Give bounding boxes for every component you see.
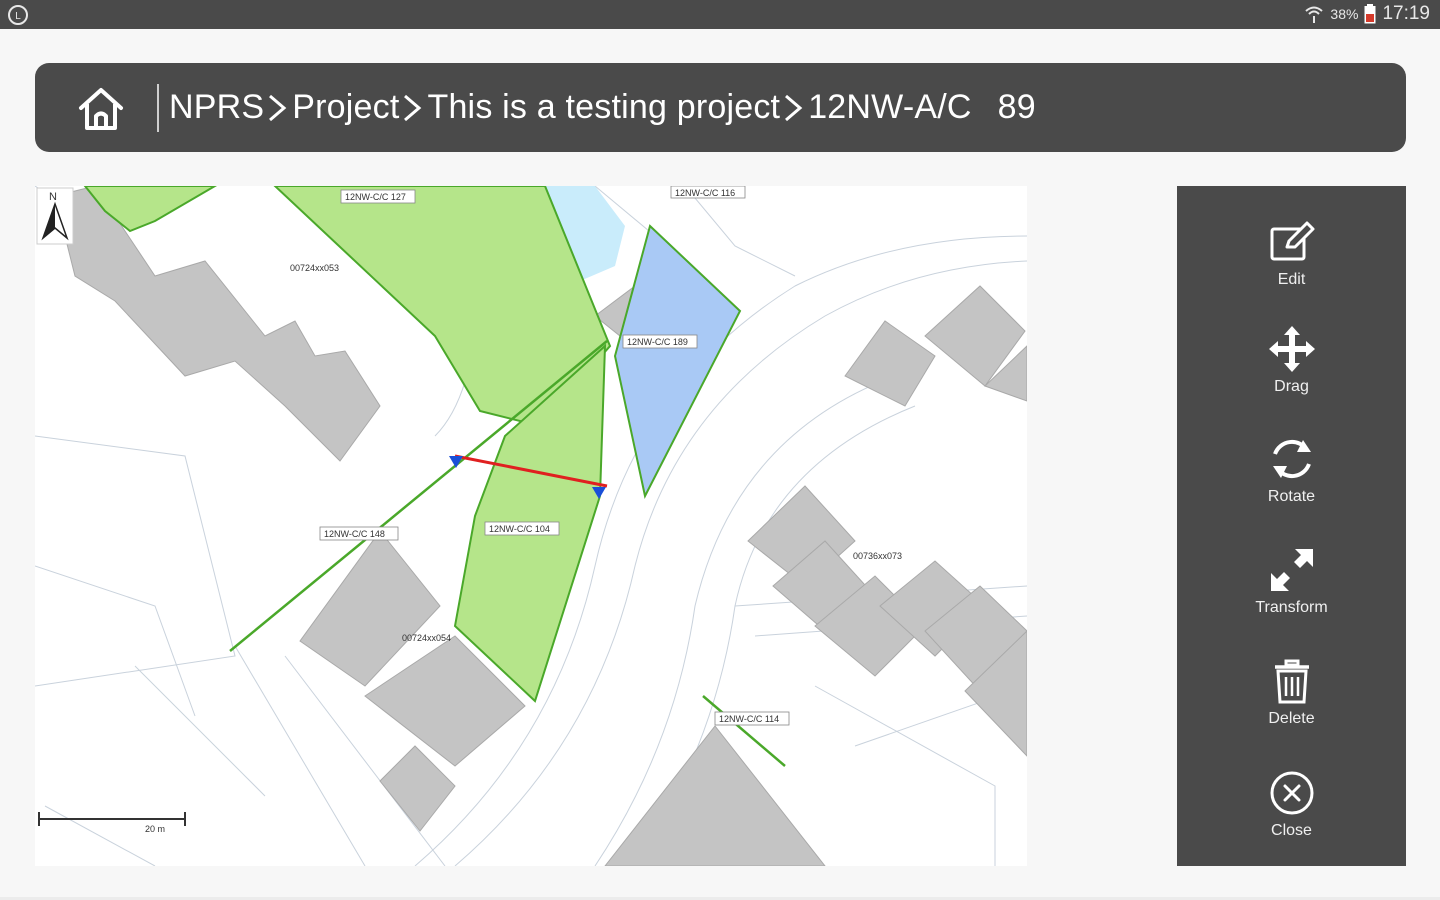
status-bar: L 38% 17:19 [0, 0, 1440, 29]
edit-button[interactable]: Edit [1177, 213, 1406, 313]
parcel-label: 12NW-C/C 114 [719, 714, 779, 724]
north-arrow-icon: N [36, 187, 74, 245]
delete-button[interactable]: Delete [1177, 652, 1406, 752]
parcel-label: 12NW-C/C 127 [345, 192, 406, 202]
edit-label: Edit [1277, 271, 1306, 288]
delete-label: Delete [1268, 710, 1315, 727]
parcel-label: 12NW-C/C 104 [489, 524, 550, 534]
breadcrumb-item-nprs[interactable]: NPRS [169, 88, 264, 127]
transform-button[interactable]: Transform [1177, 541, 1406, 641]
map-canvas[interactable]: 12NW-C/C 189 12NW-C/C 127 12NW-C/C 116 1… [35, 186, 1027, 866]
lot-label: 00736xx073 [853, 551, 902, 561]
drag-label: Drag [1274, 378, 1309, 395]
breadcrumb-item-project[interactable]: Project [292, 88, 399, 127]
chevron-right-icon [401, 91, 425, 125]
chevron-right-icon [782, 91, 806, 125]
svg-text:L: L [15, 11, 21, 22]
scale-label: 20 m [145, 824, 165, 834]
trash-icon [1274, 659, 1309, 704]
app-notification-icon: L [8, 5, 28, 25]
drag-button[interactable]: Drag [1177, 320, 1406, 420]
close-button[interactable]: Close [1177, 764, 1406, 864]
parcel-label: 12NW-C/C 116 [675, 188, 735, 198]
wifi-icon [1305, 6, 1324, 23]
parcel-label: 12NW-C/C 189 [627, 337, 688, 347]
lot-label: 00724xx054 [402, 633, 451, 643]
clock: 17:19 [1382, 3, 1430, 24]
battery-icon [1364, 4, 1376, 24]
parcel-label: 12NW-C/C 148 [324, 529, 385, 539]
scale-bar: 20 m [38, 812, 186, 834]
transform-label: Transform [1255, 599, 1328, 616]
rotate-icon [1272, 439, 1311, 479]
resize-diagonal-icon [1270, 549, 1313, 591]
home-icon [79, 87, 123, 130]
rotate-label: Rotate [1267, 488, 1316, 505]
close-circle-icon [1270, 771, 1313, 815]
breadcrumb-count: 89 [997, 88, 1036, 126]
lot-label: 00724xx053 [290, 263, 339, 273]
map-drawing[interactable]: 12NW-C/C 189 12NW-C/C 127 12NW-C/C 116 1… [35, 186, 1027, 866]
chevron-right-icon [266, 91, 290, 125]
svg-text:N: N [49, 191, 57, 203]
breadcrumb: NPRS Project This is a testing project 1… [35, 63, 1406, 152]
edit-icon [1270, 221, 1314, 261]
move-arrows-icon [1268, 326, 1315, 372]
breadcrumb-item-testing-project[interactable]: This is a testing project [427, 88, 780, 127]
battery-percent: 38% [1330, 6, 1359, 22]
close-label: Close [1271, 822, 1312, 839]
edit-toolbar: Edit Drag Rotate Transform Delete Close [1177, 186, 1406, 866]
breadcrumb-item-sheet[interactable]: 12NW-A/C [808, 88, 971, 127]
rotate-button[interactable]: Rotate [1177, 430, 1406, 530]
selected-blue-parcel[interactable] [613, 224, 742, 499]
home-button[interactable] [79, 78, 167, 138]
